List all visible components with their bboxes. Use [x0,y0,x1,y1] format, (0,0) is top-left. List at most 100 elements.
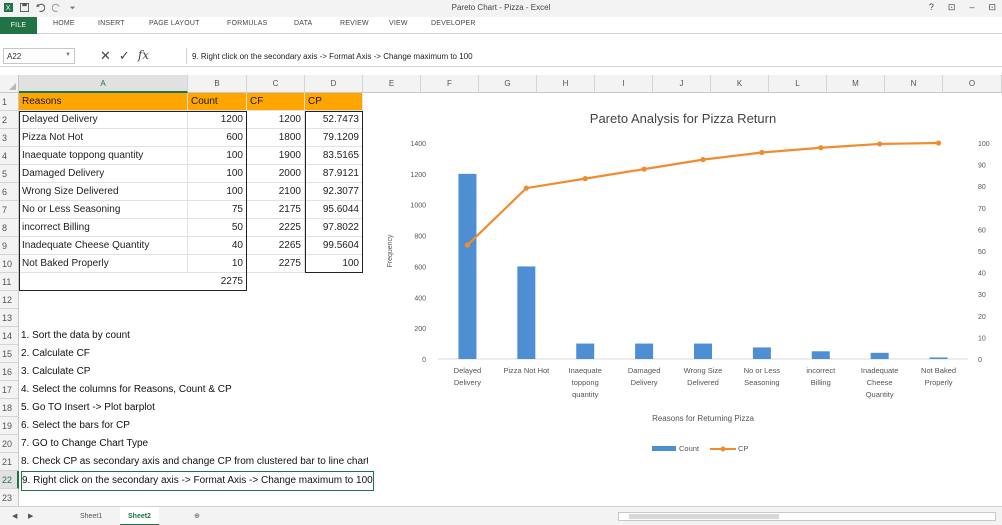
table-cell[interactable]: 50 [188,219,247,237]
table-cell[interactable]: 2100 [247,183,305,201]
table-cell[interactable]: 75 [188,201,247,219]
maximize-button[interactable]: ⊡ [988,2,996,13]
row-header-7[interactable]: 7 [0,201,19,219]
row-header-21[interactable]: 21 [0,453,19,471]
column-header-d[interactable]: D [305,75,363,93]
table-cell[interactable]: incorrect Billing [19,219,188,237]
table-cell[interactable]: Pizza Not Hot [19,129,188,147]
column-header-f[interactable]: F [421,75,479,93]
table-cell[interactable]: 1900 [247,147,305,165]
name-box[interactable]: A22 ▼ [3,48,75,64]
column-header-h[interactable]: H [537,75,595,93]
column-header-k[interactable]: K [711,75,769,93]
row-header-17[interactable]: 17 [0,381,19,399]
column-header-m[interactable]: M [827,75,885,93]
table-cell[interactable]: 83.5165 [305,147,363,165]
new-sheet-icon[interactable]: ⊕ [186,507,208,525]
table-cell[interactable]: 100 [188,147,247,165]
table-cell[interactable]: 95.6044 [305,201,363,219]
row-header-15[interactable]: 15 [0,345,19,363]
table-cell[interactable]: 2000 [247,165,305,183]
instruction-step[interactable]: 6. Select the bars for CP [21,417,130,435]
table-cell[interactable]: Inadequate Cheese Quantity [19,237,188,255]
row-header-2[interactable]: 2 [0,111,19,129]
instruction-step[interactable]: 1. Sort the data by count [21,327,130,345]
tab-insert[interactable]: INSERT [98,20,125,27]
row-header-5[interactable]: 5 [0,165,19,183]
table-cell[interactable]: 92.3077 [305,183,363,201]
cancel-entry-icon[interactable]: ✕ [100,48,111,64]
table-cell[interactable]: 10 [188,255,247,273]
total-count-cell[interactable]: 2275 [188,273,247,291]
instruction-step[interactable]: 3. Calculate CP [21,363,90,381]
header-cell-count[interactable]: Count [188,93,247,111]
column-header-g[interactable]: G [479,75,537,93]
table-cell[interactable]: Delayed Delivery [19,111,188,129]
column-header-i[interactable]: I [595,75,653,93]
table-cell[interactable]: 100 [188,165,247,183]
tab-file[interactable]: FILE [0,17,37,34]
row-header-12[interactable]: 12 [0,291,19,309]
instruction-step[interactable]: 8. Check CP as secondary axis and change… [21,453,369,471]
table-cell[interactable]: 1800 [247,129,305,147]
minimize-button[interactable]: – [969,2,974,13]
table-cell[interactable]: 100 [305,255,363,273]
table-cell[interactable]: 1200 [188,111,247,129]
column-header-c[interactable]: C [247,75,305,93]
row-header-22[interactable]: 22 [0,471,19,489]
row-header-10[interactable]: 10 [0,255,19,273]
table-cell[interactable]: 2225 [247,219,305,237]
table-cell[interactable]: 97.8022 [305,219,363,237]
column-header-j[interactable]: J [653,75,711,93]
table-cell[interactable]: Damaged Delivery [19,165,188,183]
row-header-9[interactable]: 9 [0,237,19,255]
table-cell[interactable]: 87.9121 [305,165,363,183]
row-header-16[interactable]: 16 [0,363,19,381]
tab-page-layout[interactable]: PAGE LAYOUT [149,20,200,27]
table-cell[interactable]: 79.1209 [305,129,363,147]
column-header-n[interactable]: N [885,75,943,93]
help-button[interactable]: ? [929,2,934,13]
row-header-20[interactable]: 20 [0,435,19,453]
tab-review[interactable]: REVIEW [340,20,369,27]
tab-view[interactable]: VIEW [389,20,408,27]
column-header-a[interactable]: A [19,75,188,93]
column-header-o[interactable]: O [943,75,1002,93]
instruction-step[interactable]: 5. Go TO Insert -> Plot barplot [21,399,155,417]
row-header-23[interactable]: 23 [0,489,19,507]
table-cell[interactable]: Wrong Size Delivered [19,183,188,201]
confirm-entry-icon[interactable]: ✓ [119,48,130,64]
tab-data[interactable]: DATA [294,20,312,27]
table-cell[interactable]: 2175 [247,201,305,219]
table-cell[interactable]: 2275 [247,255,305,273]
header-cell-cf[interactable]: CF [247,93,305,111]
instruction-step[interactable]: 9. Right click on the secondary axis -> … [21,471,374,491]
sheet-tab-sheet1[interactable]: Sheet1 [72,507,110,525]
table-cell[interactable]: 99.5604 [305,237,363,255]
row-header-14[interactable]: 14 [0,327,19,345]
row-header-4[interactable]: 4 [0,147,19,165]
table-cell[interactable]: 2265 [247,237,305,255]
table-cell[interactable]: No or Less Seasoning [19,201,188,219]
pareto-chart[interactable]: Pareto Analysis for Pizza Return 0 200 400 6… [368,96,998,468]
instruction-step[interactable]: 7. GO to Change Chart Type [21,435,148,453]
row-header-8[interactable]: 8 [0,219,19,237]
ribbon-display-button[interactable]: ⊡ [948,2,956,13]
row-header-6[interactable]: 6 [0,183,19,201]
header-cell-reasons[interactable]: Reasons [19,93,188,111]
table-cell[interactable]: Inaequate toppong quantity [19,147,188,165]
instruction-step[interactable]: 4. Select the columns for Reasons, Count… [21,381,232,399]
row-header-18[interactable]: 18 [0,399,19,417]
sheet-nav-next-icon[interactable]: ▶ [20,507,41,525]
chevron-down-icon[interactable]: ▼ [65,52,71,58]
formula-input[interactable]: 9. Right click on the secondary axis -> … [192,52,473,61]
scrollbar-thumb[interactable] [629,514,779,519]
column-header-e[interactable]: E [363,75,421,93]
column-header-l[interactable]: L [769,75,827,93]
horizontal-scrollbar[interactable] [618,512,996,521]
table-cell[interactable]: 100 [188,183,247,201]
table-cell[interactable]: 40 [188,237,247,255]
table-cell[interactable]: Not Baked Properly [19,255,188,273]
tab-developer[interactable]: DEVELOPER [431,20,476,27]
header-cell-cp[interactable]: CP [305,93,363,111]
